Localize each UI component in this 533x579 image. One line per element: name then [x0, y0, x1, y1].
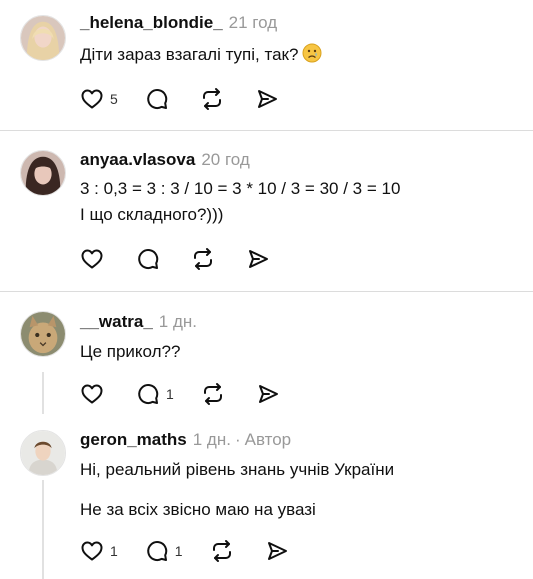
heart-icon: [80, 247, 104, 271]
like-count: 5: [110, 91, 118, 107]
like-button[interactable]: [80, 246, 104, 272]
separator-dot: ·: [234, 430, 241, 449]
comment-line: 3 : 0,3 = 3 : 3 / 10 = 3 * 10 / 3 = 30 /…: [80, 179, 401, 198]
heart-icon: [80, 539, 104, 563]
like-button[interactable]: 1: [80, 538, 118, 564]
comment-text: Ні, реальний рівень знань учнів України: [80, 457, 394, 483]
repost-button[interactable]: [210, 538, 234, 564]
divider: [0, 291, 533, 292]
avatar-image: [21, 431, 65, 475]
reply-button[interactable]: 1: [136, 381, 174, 407]
timestamp[interactable]: 20 год: [201, 150, 249, 169]
avatar-image: [21, 151, 65, 195]
comment-text: Діти зараз взагалі тупі, так?: [80, 42, 322, 71]
avatar[interactable]: [20, 150, 66, 196]
comment-text: Не за всіх звісно маю на увазі: [80, 497, 316, 523]
username[interactable]: __watra_: [80, 312, 153, 331]
comment-header: _helena_blondie_ 21 год: [80, 13, 277, 33]
username[interactable]: geron_maths: [80, 430, 187, 449]
like-count: 1: [110, 543, 118, 559]
thread-line: [42, 480, 44, 579]
share-icon: [255, 87, 279, 111]
repost-button[interactable]: [200, 86, 224, 112]
comment-icon: [145, 539, 169, 563]
share-button[interactable]: [265, 538, 289, 564]
comment-header: __watra_ 1 дн.: [80, 312, 197, 332]
comment-line: І що складного?))): [80, 205, 224, 224]
repost-icon: [210, 539, 234, 563]
comment-header: geron_maths 1 дн. · Автор: [80, 430, 291, 450]
comment-line: Діти зараз взагалі тупі, так?: [80, 45, 299, 64]
comment-text: Це прикол??: [80, 339, 180, 365]
share-icon: [246, 247, 270, 271]
comment-text: 3 : 0,3 = 3 : 3 / 10 = 3 * 10 / 3 = 30 /…: [80, 176, 400, 228]
avatar[interactable]: [20, 15, 66, 61]
reply-button[interactable]: [145, 86, 169, 112]
author-badge: Автор: [244, 430, 292, 449]
reply-count: 1: [166, 386, 174, 402]
avatar[interactable]: [20, 311, 66, 357]
share-button[interactable]: [255, 86, 279, 112]
divider: [0, 130, 533, 131]
avatar-image: [21, 312, 65, 356]
comment-header: anyaa.vlasova 20 год: [80, 150, 250, 170]
reply-count: 1: [174, 543, 183, 559]
share-icon: [265, 539, 289, 563]
repost-button[interactable]: [201, 381, 225, 407]
comment-line: Ні, реальний рівень знань учнів України: [80, 460, 395, 479]
sad-face-icon: [302, 43, 322, 71]
timestamp[interactable]: 1 дн.: [193, 430, 231, 449]
comment-icon: [136, 247, 160, 271]
timestamp[interactable]: 1 дн.: [159, 312, 197, 331]
avatar-image: [21, 16, 65, 60]
like-button[interactable]: 5: [80, 86, 118, 112]
share-button[interactable]: [246, 246, 270, 272]
comment-line: Не за всіх звісно маю на увазі: [80, 500, 316, 519]
comment-icon: [136, 382, 160, 406]
comment-icon: [145, 87, 169, 111]
heart-icon: [80, 87, 104, 111]
timestamp[interactable]: 21 год: [229, 13, 277, 32]
repost-button[interactable]: [191, 246, 215, 272]
reply-button[interactable]: 1: [145, 538, 183, 564]
comment-actions: [80, 246, 270, 272]
comment-line: Це прикол??: [80, 342, 181, 361]
heart-icon: [80, 382, 104, 406]
comment-actions: 5: [80, 86, 279, 112]
thread-line: [42, 372, 44, 414]
repost-icon: [200, 87, 224, 111]
reply-button[interactable]: [136, 246, 160, 272]
comment-actions: 1 1: [80, 538, 289, 564]
username[interactable]: anyaa.vlasova: [80, 150, 195, 169]
like-button[interactable]: [80, 381, 104, 407]
username[interactable]: _helena_blondie_: [80, 13, 223, 32]
comment-actions: 1: [80, 381, 280, 407]
share-icon: [256, 382, 280, 406]
repost-icon: [191, 247, 215, 271]
share-button[interactable]: [256, 381, 280, 407]
avatar[interactable]: [20, 430, 66, 476]
repost-icon: [201, 382, 225, 406]
